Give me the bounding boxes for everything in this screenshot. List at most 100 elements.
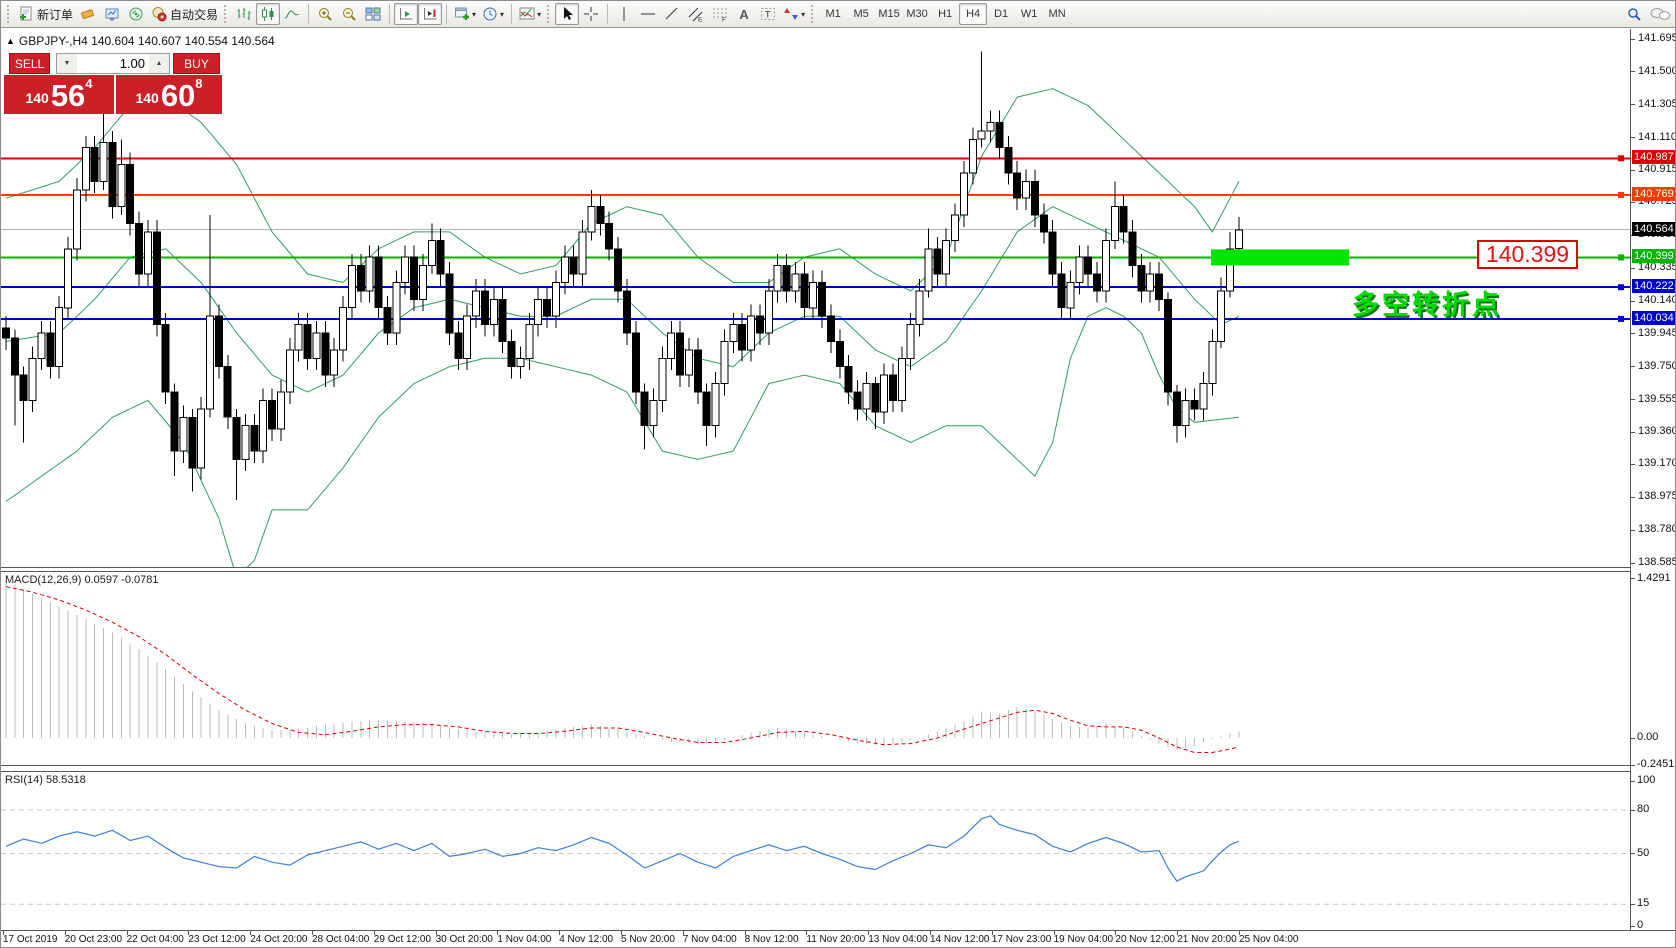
arrows-tool[interactable]: ▾ [780, 3, 808, 25]
macd-axis-label: 1.4291 [1637, 572, 1671, 584]
fibonacci-tool[interactable]: F [708, 3, 732, 25]
eraser-button[interactable] [76, 3, 100, 25]
svg-text:E: E [698, 17, 703, 23]
price-tick-mark [1631, 464, 1635, 465]
candlestick-chart-button[interactable] [256, 3, 280, 25]
rsi-axis-label: 50 [1637, 847, 1649, 859]
text-label-tool[interactable]: T [756, 3, 780, 25]
rsi-panel[interactable]: RSI(14) 58.5318 [1, 772, 1630, 930]
price-level-label: 140.769 [1632, 187, 1676, 201]
price-callout-label[interactable]: 140.399 [1477, 240, 1578, 269]
rsi-canvas[interactable] [1, 772, 1630, 930]
time-tick-label: 8 Nov 12:00 [745, 934, 799, 945]
search-button[interactable] [1622, 3, 1646, 25]
price-tick-label: 141.695 [1638, 32, 1676, 44]
tab-h4[interactable]: H4 [959, 3, 987, 25]
tab-m1[interactable]: M1 [819, 3, 847, 25]
svg-text:T: T [765, 10, 771, 20]
periods-button[interactable]: ▾ [479, 3, 507, 25]
auto-trading-label: 自动交易 [170, 6, 218, 23]
price-level-label: 140.987 [1632, 150, 1676, 164]
main-toolbar: 新订单 自动交易 ▾ ▾ ▾ E F A T ▾ [1, 1, 1676, 28]
zoom-in-button[interactable] [313, 3, 337, 25]
tile-windows-button[interactable] [361, 3, 385, 25]
new-chart-button[interactable]: ▾ [451, 3, 479, 25]
sell-price-sup: 4 [85, 77, 92, 90]
panel-separator[interactable] [1, 765, 1676, 772]
chart-shift-icon [422, 6, 438, 22]
tab-h1[interactable]: H1 [931, 3, 959, 25]
indicators-button[interactable]: ▾ [516, 3, 544, 25]
toolbar-grip[interactable] [224, 5, 229, 23]
line-chart-button[interactable] [280, 3, 304, 25]
new-order-button[interactable]: 新订单 [15, 3, 76, 25]
bar-chart-button[interactable] [232, 3, 256, 25]
chart-window-button[interactable] [100, 3, 124, 25]
auto-trading-button[interactable]: 自动交易 [148, 3, 221, 25]
volume-input[interactable] [77, 54, 149, 73]
auto-scroll-icon [398, 6, 414, 22]
rsi-tick-mark [1631, 904, 1635, 905]
new-chart-icon [454, 6, 470, 22]
price-tick-label: 139.360 [1638, 425, 1676, 437]
macd-canvas[interactable] [1, 572, 1630, 765]
chevron-down-icon: ▾ [801, 10, 805, 19]
chat-button[interactable] [1646, 3, 1674, 25]
auto-scroll-button[interactable] [394, 3, 418, 25]
volume-decrease-button[interactable]: ▼ [57, 54, 77, 73]
time-tick-label: 21 Nov 20:00 [1177, 934, 1237, 945]
sell-button[interactable]: SELL [9, 53, 50, 74]
time-tick-label: 25 Nov 04:00 [1239, 934, 1299, 945]
tab-m15[interactable]: M15 [875, 3, 903, 25]
signals-button[interactable] [124, 3, 148, 25]
price-tick-label: 139.750 [1638, 360, 1676, 372]
time-tick-label: 20 Nov 12:00 [1115, 934, 1175, 945]
annotation-text[interactable]: 多空转折点 [1352, 283, 1502, 322]
tab-mn[interactable]: MN [1043, 3, 1071, 25]
vertical-line-tool[interactable] [612, 3, 636, 25]
trendline-tool[interactable] [660, 3, 684, 25]
toolbar-grip[interactable] [7, 5, 12, 23]
macd-axis-label: -0.2451 [1637, 758, 1674, 770]
toolbar-separator [607, 4, 608, 24]
channel-tool[interactable]: E [684, 3, 708, 25]
rsi-tick-mark [1631, 853, 1635, 854]
price-axis[interactable]: 141.695141.500141.305141.110140.915140.7… [1630, 29, 1676, 930]
buy-button[interactable]: BUY [173, 53, 220, 74]
buy-price-big: 60 [161, 80, 195, 111]
rsi-tick-mark [1631, 926, 1635, 927]
macd-tick-mark [1631, 738, 1635, 739]
horizontal-line-tool[interactable] [636, 3, 660, 25]
collapse-icon[interactable]: ▲ [6, 36, 15, 46]
indicators-icon [519, 6, 535, 22]
text-label-icon: T [760, 6, 776, 22]
chart-shift-button[interactable] [418, 3, 442, 25]
rsi-axis-label: 80 [1637, 803, 1649, 815]
tab-d1[interactable]: D1 [987, 3, 1015, 25]
tab-m30[interactable]: M30 [903, 3, 931, 25]
price-chart-panel[interactable]: ▲ GBPJPY-,H4 140.604 140.607 140.554 140… [1, 29, 1630, 567]
price-tick-label: 139.555 [1638, 393, 1676, 405]
toolbar-grip[interactable] [547, 5, 552, 23]
macd-panel[interactable]: MACD(12,26,9) 0.0597 -0.0781 [1, 572, 1630, 765]
toolbar-grip[interactable] [811, 5, 816, 23]
search-icon [1626, 6, 1642, 22]
time-axis[interactable]: 17 Oct 201920 Oct 23:0022 Oct 04:0023 Oc… [1, 930, 1676, 948]
price-tick-label: 140.140 [1638, 294, 1676, 306]
sell-price-panel[interactable]: 140 56 4 [4, 75, 114, 114]
price-tick-mark [1631, 137, 1635, 138]
price-tick-mark [1631, 202, 1635, 203]
tab-w1[interactable]: W1 [1015, 3, 1043, 25]
cursor-button[interactable] [555, 3, 579, 25]
time-tick-label: 17 Oct 2019 [3, 934, 57, 945]
buy-price-panel[interactable]: 140 60 8 [116, 75, 222, 114]
volume-increase-button[interactable]: ▲ [149, 54, 169, 73]
toolbar-separator [446, 4, 447, 24]
zoom-out-button[interactable] [337, 3, 361, 25]
tile-windows-icon [365, 6, 381, 22]
trendline-icon [664, 6, 680, 22]
crosshair-button[interactable] [579, 3, 603, 25]
tab-m5[interactable]: M5 [847, 3, 875, 25]
text-tool[interactable]: A [732, 3, 756, 25]
chat-icon [1649, 6, 1671, 22]
